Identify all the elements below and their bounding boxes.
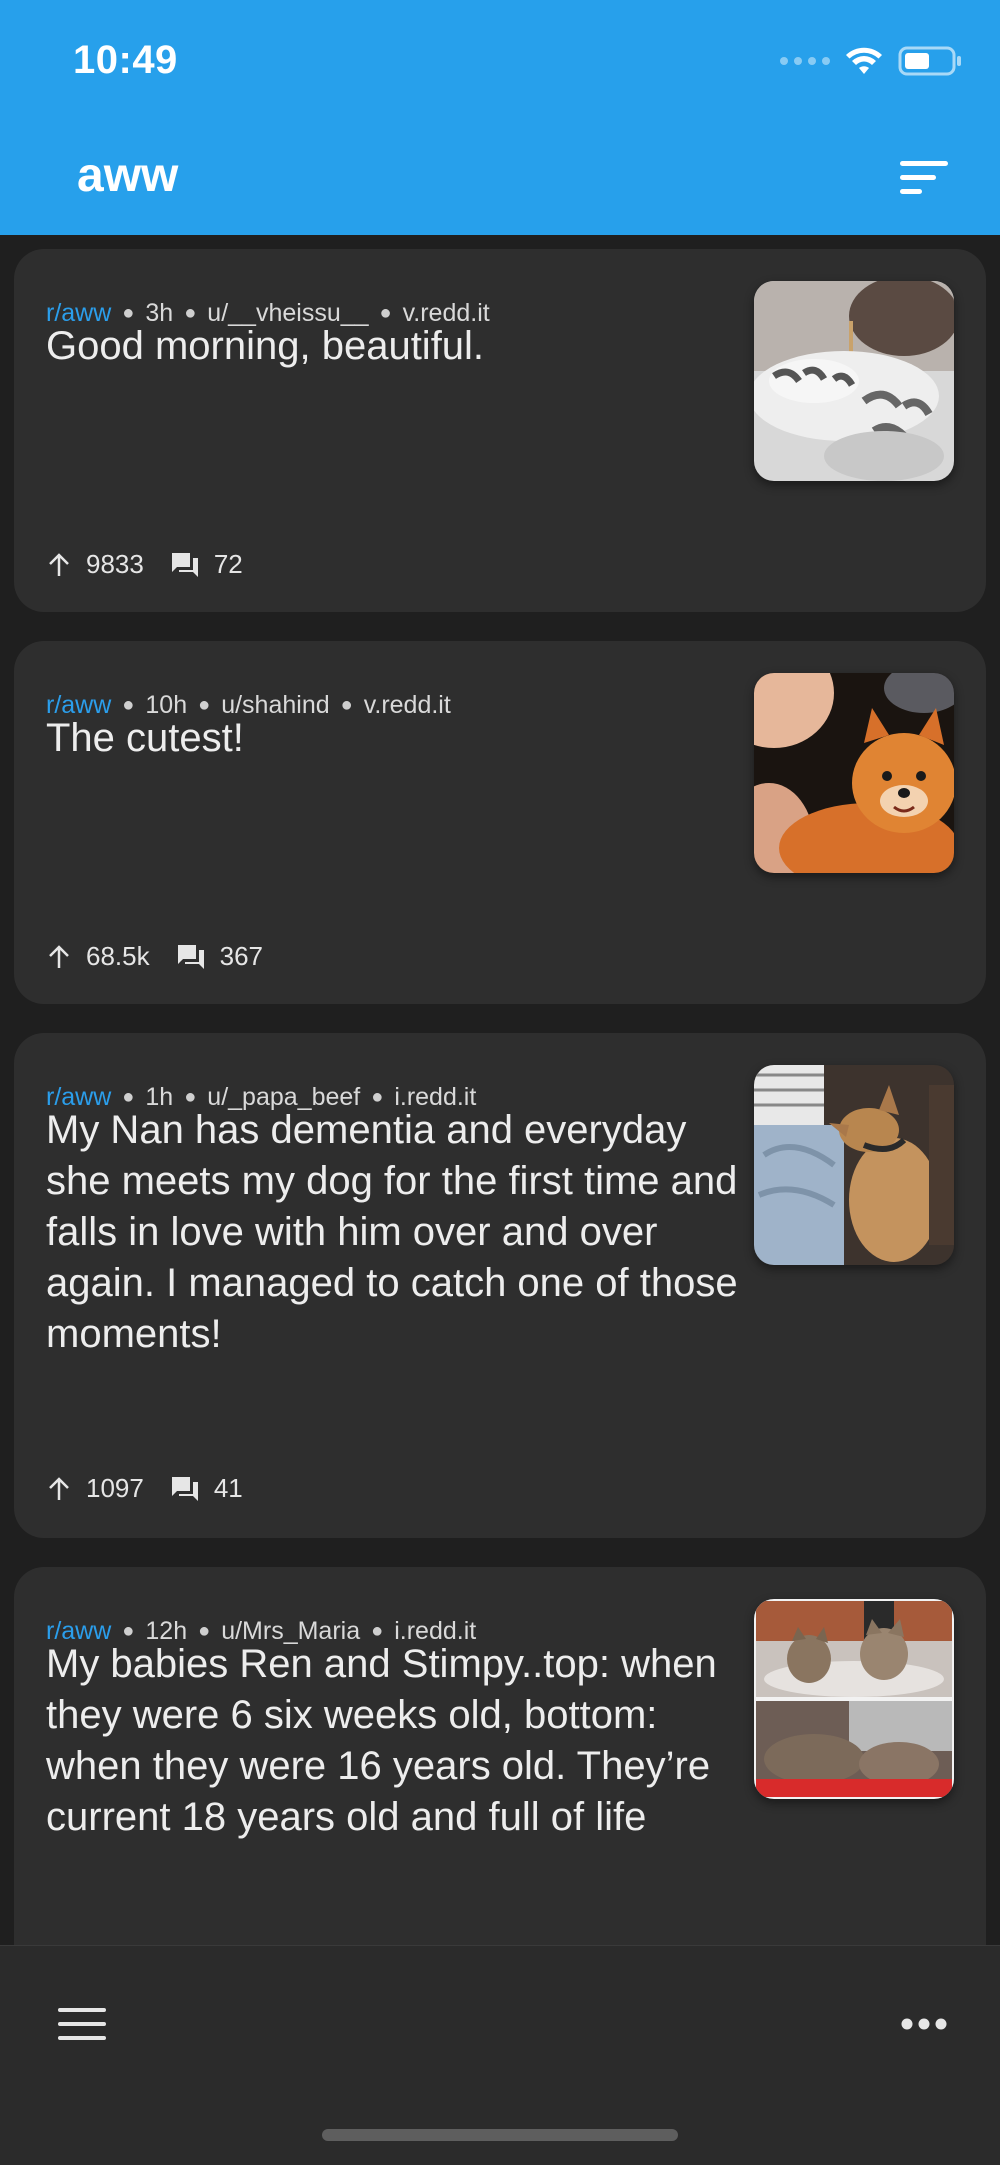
upvote-count: 1097 [86,1473,144,1503]
upvote-count: 68.5k [86,941,150,971]
post-title[interactable]: My Nan has dementia and everyday she mee… [46,1105,756,1360]
battery-icon [898,45,962,77]
post-title[interactable]: My babies Ren and Stimpy..top: when they… [46,1639,756,1843]
hamburger-menu-icon[interactable] [56,2004,108,2044]
post-card[interactable]: r/aww ● 10h ● u/shahind ● v.redd.it The cutest… [14,641,986,1004]
arrow-up-icon[interactable] [46,944,72,970]
post-feed[interactable]: r/aww ● 3h ● u/__vheissu__ ● v.redd.it Good mo… [0,235,1000,1945]
post-card[interactable]: r/aww ● 12h ● u/Mrs_Maria ● i.redd.it My babie… [14,1567,986,1945]
comment-icon[interactable] [176,943,206,971]
arrow-up-icon[interactable] [46,552,72,578]
status-indicators [780,44,962,78]
post-card[interactable]: r/aww ● 1h ● u/_papa_beef ● i.redd.it My Nan h… [14,1033,986,1538]
page-title: aww [77,149,179,202]
wifi-icon [844,46,884,76]
comment-icon[interactable] [170,551,200,579]
post-thumbnail[interactable] [754,1065,954,1265]
post-thumbnail[interactable] [754,673,954,873]
post-thumbnail[interactable] [754,1599,954,1799]
arrow-up-icon[interactable] [46,1476,72,1502]
comment-count: 367 [219,941,263,971]
sort-icon[interactable] [898,158,950,198]
comment-count: 41 [213,1473,243,1503]
post-title[interactable]: Good morning, beautiful. [46,321,756,372]
app-header: 10:49 aww [0,0,1000,235]
post-stats: 1097 41 [46,1473,243,1504]
post-title[interactable]: The cutest! [46,713,756,764]
home-indicator[interactable] [322,2129,678,2141]
post-card[interactable]: r/aww ● 3h ● u/__vheissu__ ● v.redd.it Good mo… [14,249,986,612]
cellular-signal-icon [780,57,830,65]
comment-count: 72 [213,549,243,579]
status-time: 10:49 [73,38,178,82]
post-thumbnail[interactable] [754,281,954,481]
comment-icon[interactable] [170,1475,200,1503]
more-horizontal-icon[interactable] [900,2014,948,2034]
post-stats: 9833 72 [46,549,243,580]
upvote-count: 9833 [86,549,144,579]
post-stats: 68.5k 367 [46,941,263,972]
